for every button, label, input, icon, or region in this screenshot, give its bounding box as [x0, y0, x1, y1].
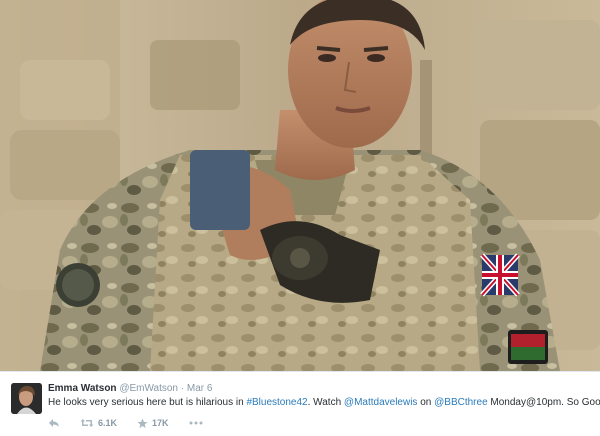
author-name[interactable]: Emma Watson: [48, 383, 117, 394]
tweet-text-part: . Watch: [307, 397, 344, 408]
retweet-button[interactable]: 6.1K: [80, 418, 117, 428]
tweet-date[interactable]: Mar 6: [187, 383, 213, 394]
hashtag-link[interactable]: #Bluestone42: [246, 397, 307, 408]
tweet-text: He looks very serious here but is hilari…: [48, 396, 600, 409]
header-separator: ·: [180, 383, 185, 394]
reply-icon: [49, 419, 59, 427]
favorite-button[interactable]: 17K: [137, 418, 169, 429]
tweet-card: Emma Watson @EmWatson · Mar 6 He looks v…: [0, 371, 600, 436]
tweet-photo[interactable]: [0, 0, 600, 371]
mention-link[interactable]: @Mattdavelewis: [344, 397, 418, 408]
tweet-text-part: on: [417, 397, 435, 408]
avatar[interactable]: [11, 383, 42, 414]
reply-button[interactable]: [48, 418, 60, 428]
tweet-header: Emma Watson @EmWatson · Mar 6: [48, 383, 212, 395]
tweet-actions: 6.1K 17K: [48, 416, 223, 430]
profile-picture: [11, 383, 42, 414]
soldier-photo-illustration: [0, 0, 600, 371]
mention-link[interactable]: @BBCthree: [434, 397, 488, 408]
retweet-icon: [80, 419, 94, 427]
more-icon: [189, 421, 203, 425]
favorite-count: 17K: [152, 418, 169, 428]
star-icon: [137, 418, 148, 428]
tweet-text-part: Monday@10pm. So Good!!: [487, 397, 600, 408]
more-button[interactable]: [189, 421, 203, 425]
retweet-count: 6.1K: [98, 418, 118, 428]
author-handle[interactable]: @EmWatson: [119, 383, 178, 394]
tweet-text-part: He looks very serious here but is hilari…: [48, 397, 247, 408]
